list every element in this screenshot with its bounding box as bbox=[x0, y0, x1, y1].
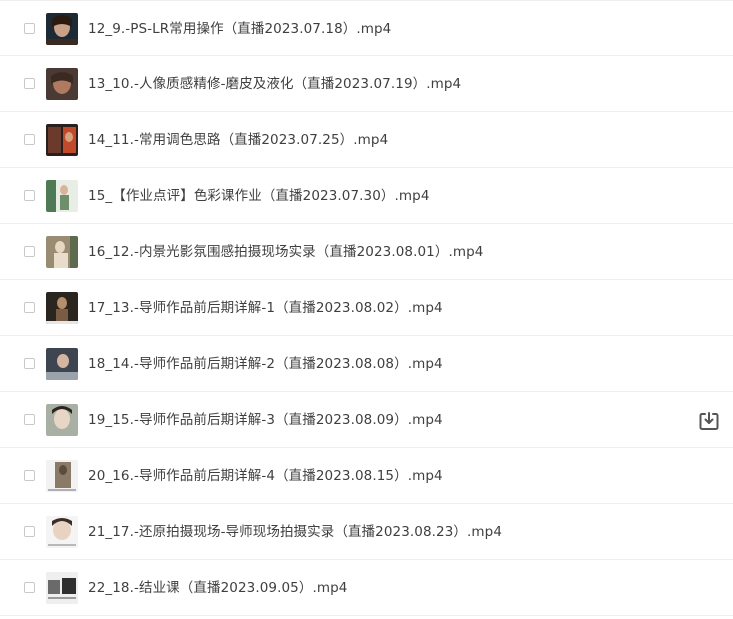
video-thumbnail[interactable] bbox=[46, 516, 78, 548]
row-checkbox[interactable] bbox=[24, 582, 35, 593]
video-thumbnail[interactable] bbox=[46, 180, 78, 212]
video-thumbnail[interactable] bbox=[46, 572, 78, 604]
file-row[interactable]: 22_18.-结业课（直播2023.09.05）.mp4 bbox=[0, 560, 733, 616]
file-name[interactable]: 16_12.-内景光影氛围感拍摄现场实录（直播2023.08.01）.mp4 bbox=[88, 243, 483, 261]
file-name[interactable]: 21_17.-还原拍摄现场-导师现场拍摄实录（直播2023.08.23）.mp4 bbox=[88, 523, 502, 541]
row-checkbox[interactable] bbox=[24, 134, 35, 145]
video-thumbnail[interactable] bbox=[46, 460, 78, 492]
video-thumbnail[interactable] bbox=[46, 236, 78, 268]
file-name[interactable]: 20_16.-导师作品前后期详解-4（直播2023.08.15）.mp4 bbox=[88, 467, 443, 485]
file-row[interactable]: 21_17.-还原拍摄现场-导师现场拍摄实录（直播2023.08.23）.mp4 bbox=[0, 504, 733, 560]
video-thumbnail[interactable] bbox=[46, 124, 78, 156]
row-checkbox[interactable] bbox=[24, 246, 35, 257]
video-thumbnail[interactable] bbox=[46, 348, 78, 380]
file-name[interactable]: 13_10.-人像质感精修-磨皮及液化（直播2023.07.19）.mp4 bbox=[88, 75, 461, 93]
file-row[interactable]: 18_14.-导师作品前后期详解-2（直播2023.08.08）.mp4 bbox=[0, 336, 733, 392]
row-checkbox[interactable] bbox=[24, 78, 35, 89]
file-name[interactable]: 15_【作业点评】色彩课作业（直播2023.07.30）.mp4 bbox=[88, 187, 430, 205]
file-name[interactable]: 18_14.-导师作品前后期详解-2（直播2023.08.08）.mp4 bbox=[88, 355, 443, 373]
video-thumbnail[interactable] bbox=[46, 13, 78, 45]
file-row[interactable]: 13_10.-人像质感精修-磨皮及液化（直播2023.07.19）.mp4 bbox=[0, 56, 733, 112]
video-thumbnail[interactable] bbox=[46, 404, 78, 436]
file-name[interactable]: 22_18.-结业课（直播2023.09.05）.mp4 bbox=[88, 579, 347, 597]
row-checkbox[interactable] bbox=[24, 526, 35, 537]
row-checkbox[interactable] bbox=[24, 302, 35, 313]
file-row[interactable]: 19_15.-导师作品前后期详解-3（直播2023.08.09）.mp4 bbox=[0, 392, 733, 448]
file-name[interactable]: 12_9.-PS-LR常用操作（直播2023.07.18）.mp4 bbox=[88, 20, 391, 38]
file-name[interactable]: 19_15.-导师作品前后期详解-3（直播2023.08.09）.mp4 bbox=[88, 411, 443, 429]
file-name[interactable]: 17_13.-导师作品前后期详解-1（直播2023.08.02）.mp4 bbox=[88, 299, 443, 317]
video-thumbnail[interactable] bbox=[46, 292, 78, 324]
row-checkbox[interactable] bbox=[24, 414, 35, 425]
row-checkbox[interactable] bbox=[24, 358, 35, 369]
file-row[interactable]: 16_12.-内景光影氛围感拍摄现场实录（直播2023.08.01）.mp4 bbox=[0, 224, 733, 280]
file-list: 12_9.-PS-LR常用操作（直播2023.07.18）.mp4 13_10.… bbox=[0, 0, 733, 616]
row-checkbox[interactable] bbox=[24, 190, 35, 201]
row-checkbox[interactable] bbox=[24, 23, 35, 34]
file-row[interactable]: 15_【作业点评】色彩课作业（直播2023.07.30）.mp4 bbox=[0, 168, 733, 224]
file-row[interactable]: 20_16.-导师作品前后期详解-4（直播2023.08.15）.mp4 bbox=[0, 448, 733, 504]
file-row[interactable]: 14_11.-常用调色思路（直播2023.07.25）.mp4 bbox=[0, 112, 733, 168]
video-thumbnail[interactable] bbox=[46, 68, 78, 100]
download-icon[interactable] bbox=[698, 410, 720, 432]
file-row[interactable]: 12_9.-PS-LR常用操作（直播2023.07.18）.mp4 bbox=[0, 0, 733, 56]
row-checkbox[interactable] bbox=[24, 470, 35, 481]
file-name[interactable]: 14_11.-常用调色思路（直播2023.07.25）.mp4 bbox=[88, 131, 388, 149]
file-row[interactable]: 17_13.-导师作品前后期详解-1（直播2023.08.02）.mp4 bbox=[0, 280, 733, 336]
